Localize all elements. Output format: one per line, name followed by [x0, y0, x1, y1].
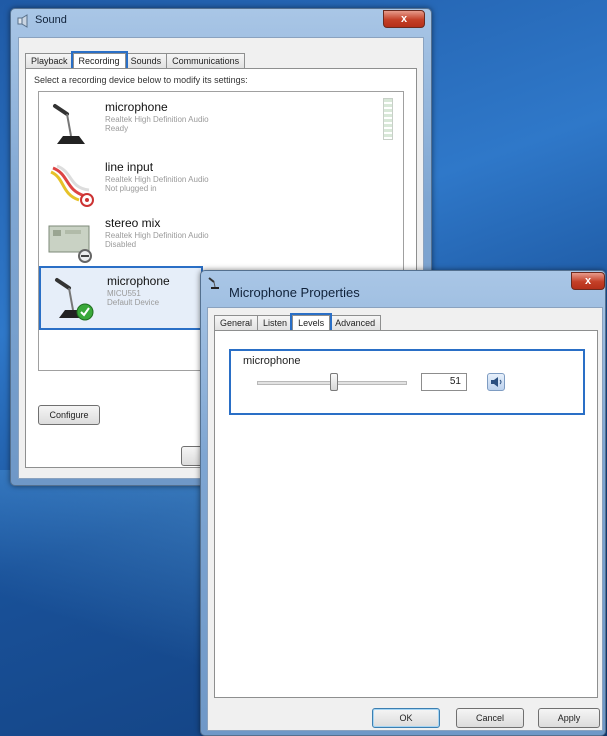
- line-input-cable-icon: [50, 164, 94, 207]
- tab-sounds[interactable]: Sounds: [124, 53, 168, 68]
- props-client-area: General Listen Levels Advanced microphon…: [207, 307, 603, 731]
- mute-toggle-button[interactable]: [487, 373, 505, 391]
- device-item-microphone[interactable]: microphone Realtek High Definition Audio…: [39, 94, 403, 154]
- level-meter: [383, 98, 393, 140]
- device-item-line-input[interactable]: line input Realtek High Definition Audio…: [39, 154, 403, 214]
- ok-button[interactable]: OK: [372, 708, 440, 728]
- microphone-icon: [53, 104, 85, 144]
- configure-button[interactable]: Configure: [38, 405, 100, 425]
- device-name: line input: [105, 160, 154, 174]
- tab-communications[interactable]: Communications: [166, 53, 246, 68]
- sound-window-title: Sound: [35, 14, 67, 26]
- sound-tab-strip: Playback Recording Sounds Communications: [25, 51, 246, 71]
- microphone-icon: [208, 277, 219, 289]
- speaker-icon: [17, 14, 28, 28]
- sound-close-button[interactable]: x: [383, 10, 425, 28]
- level-group-label: microphone: [243, 355, 301, 367]
- microphone-level-group: microphone 51: [229, 349, 585, 415]
- device-driver: Realtek High Definition Audio: [105, 115, 209, 124]
- device-status: Not plugged in: [105, 184, 157, 193]
- level-slider-thumb[interactable]: [329, 373, 338, 391]
- device-status: Disabled: [105, 240, 137, 249]
- tab-listen[interactable]: Listen: [257, 315, 294, 330]
- tab-playback[interactable]: Playback: [25, 53, 74, 68]
- props-titlebar[interactable]: Microphone Properties x: [201, 271, 605, 300]
- device-status: Default Device: [107, 298, 160, 307]
- props-close-button[interactable]: x: [571, 272, 605, 290]
- tab-recording[interactable]: Recording: [70, 51, 128, 71]
- device-item-default-microphone[interactable]: microphone MICU551 Default Device: [39, 266, 203, 330]
- sound-titlebar[interactable]: Sound x: [11, 9, 431, 33]
- recording-instruction: Select a recording device below to modif…: [34, 75, 248, 85]
- device-name: microphone: [105, 100, 168, 114]
- microphone-icon: [55, 278, 94, 321]
- props-tab-strip: General Listen Levels Advanced: [214, 313, 382, 333]
- sound-card-icon: [48, 225, 92, 263]
- cancel-button[interactable]: Cancel: [456, 708, 524, 728]
- speaker-icon: [491, 377, 502, 387]
- level-value-field[interactable]: 51: [421, 373, 467, 391]
- props-window-title: Microphone Properties: [229, 285, 360, 300]
- tab-advanced[interactable]: Advanced: [329, 315, 382, 330]
- microphone-properties-window: Microphone Properties x General Listen L…: [200, 270, 606, 736]
- device-name: stereo mix: [105, 216, 161, 230]
- device-status: Ready: [105, 124, 129, 133]
- tab-levels[interactable]: Levels: [290, 313, 333, 333]
- device-driver: Realtek High Definition Audio: [105, 175, 209, 184]
- tab-general[interactable]: General: [214, 315, 259, 330]
- device-driver: Realtek High Definition Audio: [105, 231, 209, 240]
- device-item-stereo-mix[interactable]: stereo mix Realtek High Definition Audio…: [39, 210, 403, 270]
- levels-panel: microphone 51: [214, 330, 598, 698]
- device-driver: MICU551: [107, 289, 141, 298]
- apply-button[interactable]: Apply: [538, 708, 600, 728]
- device-name: microphone: [107, 274, 170, 288]
